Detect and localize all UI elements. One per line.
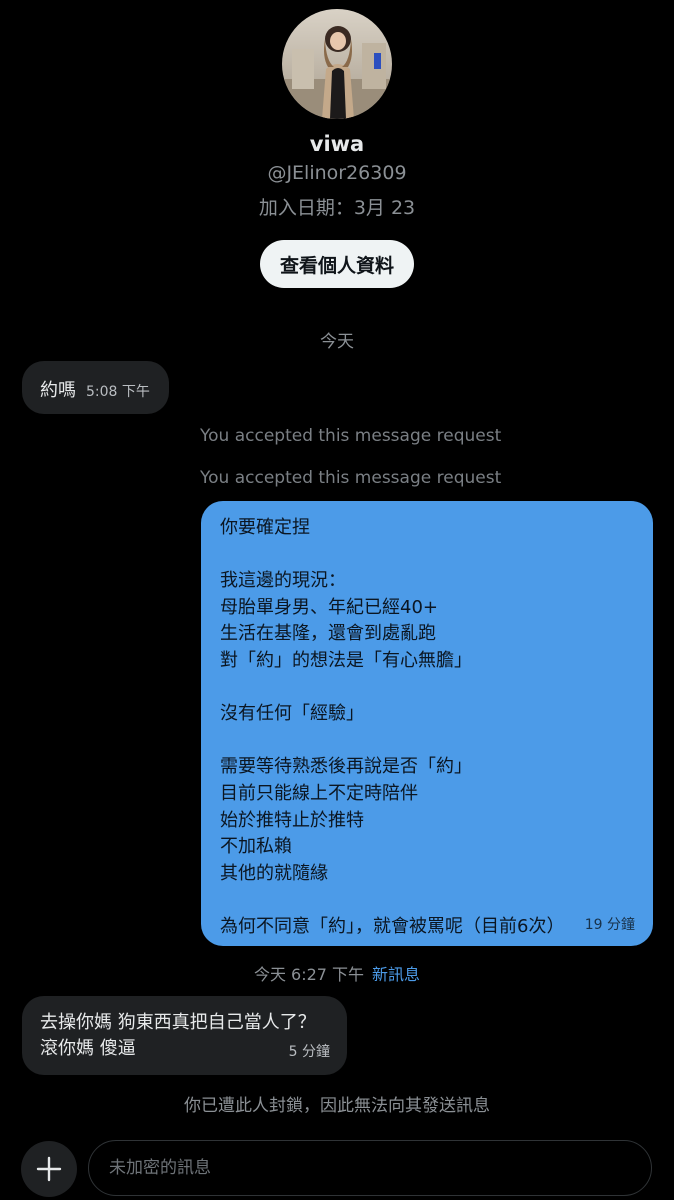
avatar-image [282, 9, 392, 119]
message-line: 目前只能線上不定時陪伴 [220, 782, 418, 804]
add-attachment-button[interactable] [21, 1141, 77, 1197]
system-notice: You accepted this message request [200, 426, 502, 446]
message-line: 不加私賴 [220, 836, 292, 858]
view-profile-button[interactable]: 查看個人資料 [260, 240, 414, 288]
message-line: 母胎單身男、年紀已經40+ [220, 596, 438, 618]
message-line: 去操你媽 狗東西真把自己當人了？ [40, 1012, 316, 1033]
message-input[interactable] [88, 1140, 652, 1196]
message-timestamp: 19 分鐘 [584, 917, 635, 933]
blocked-notice: 你已遭此人封鎖，因此無法向其發送訊息 [184, 1096, 490, 1116]
message-line: 滾你媽 傻逼 [40, 1038, 136, 1059]
message-line [220, 887, 635, 914]
message-line [220, 542, 635, 569]
new-messages-label: 新訊息 [372, 965, 421, 984]
incoming-message-bubble[interactable]: 約嗎 5:08 下午 [22, 361, 169, 414]
message-line [220, 675, 635, 702]
message-line: 其他的就隨緣 [220, 862, 328, 884]
message-line: 你要確定捏 [220, 517, 310, 538]
system-notice: You accepted this message request [200, 468, 502, 488]
message-line: 我這邊的現況： [220, 570, 346, 592]
profile-handle: @JElinor26309 [267, 162, 407, 184]
message-line: 沒有任何「經驗」 [220, 703, 364, 725]
message-line: 為何不同意「約」，就會被罵呢（目前6次） [220, 915, 565, 937]
new-messages-divider: 今天 6:27 下午 新訊息 [0, 961, 674, 985]
profile-display-name: viwa [309, 132, 365, 156]
incoming-message-bubble[interactable]: 去操你媽 狗東西真把自己當人了？ 滾你媽 傻逼 5 分鐘 [22, 996, 347, 1075]
outgoing-message-bubble[interactable]: 你要確定捏 我這邊的現況： 母胎單身男、年紀已經40+ 生活在基隆，還會到處亂跑… [201, 501, 653, 946]
message-line [220, 728, 635, 755]
message-line: 需要等待熟悉後再說是否「約」 [220, 756, 472, 778]
plus-icon [36, 1156, 62, 1182]
profile-joined-date: 加入日期：3月 23 [258, 197, 416, 219]
message-timestamp: 5:08 下午 [86, 384, 150, 400]
new-messages-time: 今天 6:27 下午 [253, 965, 365, 984]
message-timestamp: 5 分鐘 [288, 1044, 330, 1060]
message-text: 約嗎 [40, 380, 76, 401]
message-line: 生活在基隆，還會到處亂跑 [220, 623, 436, 645]
message-line: 始於推特止於推特 [220, 809, 364, 831]
avatar[interactable] [282, 9, 392, 119]
day-divider: 今天 [320, 332, 354, 352]
message-line: 對「約」的想法是「有心無膽」 [220, 649, 472, 671]
